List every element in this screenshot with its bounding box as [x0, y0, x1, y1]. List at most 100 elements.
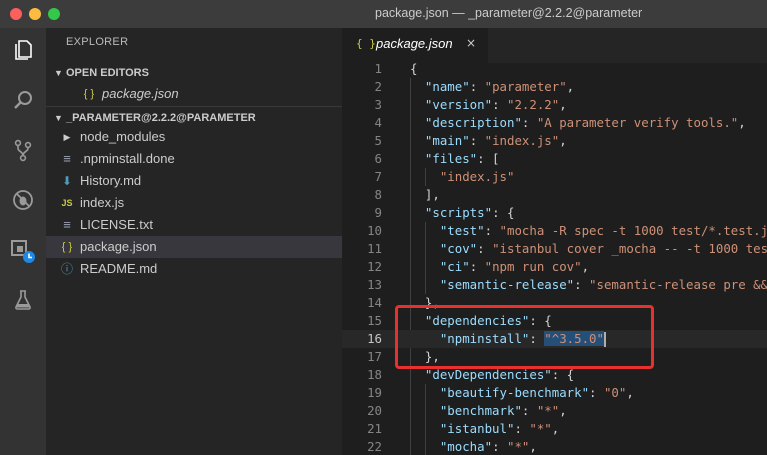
tree-item-package-json[interactable]: { } package.json [46, 236, 342, 258]
lines-icon: ≡ [63, 217, 71, 232]
json-key: "mocha" [439, 439, 493, 454]
debug-icon[interactable] [7, 184, 39, 216]
editor-area: { } package.json × 1{2 "name": "paramete… [342, 28, 767, 455]
window-title: package.json — _parameter@2.2.2@paramete… [375, 6, 643, 20]
tree-item-index-js[interactable]: JS index.js [46, 192, 342, 214]
json-icon: { } [61, 241, 73, 253]
punctuation: : { [551, 367, 575, 382]
punctuation: : [ [477, 151, 500, 166]
json-string: "0" [603, 385, 627, 400]
json-icon: { } [356, 37, 376, 50]
line-number: 18 [367, 367, 382, 382]
json-string: "*" [529, 421, 552, 436]
punctuation: , [559, 97, 567, 112]
code-line[interactable]: 9 "scripts": { [342, 204, 767, 222]
line-text: "main": "index.js", [410, 132, 567, 150]
lines-icon: ≡ [63, 151, 71, 166]
code-line[interactable]: 5 "main": "index.js", [342, 132, 767, 150]
punctuation [410, 421, 440, 436]
json-string: "2.2.2" [506, 97, 560, 112]
line-text: "semantic-release": "semantic-release pr… [410, 276, 767, 294]
open-editors-header[interactable]: ▼ OPEN EDITORS [46, 62, 342, 84]
punctuation: , [581, 259, 590, 274]
line-number: 15 [367, 313, 382, 328]
maximize-window-button[interactable] [48, 8, 60, 20]
punctuation: ], [410, 187, 440, 202]
tree-item-readme-md[interactable]: ⓘ README.md [46, 258, 342, 280]
search-icon[interactable] [7, 84, 39, 116]
punctuation: : [492, 439, 507, 454]
json-string: "npm run cov" [484, 259, 582, 274]
punctuation [410, 133, 425, 148]
json-key: "devDependencies" [424, 367, 552, 382]
code-line[interactable]: 2 "name": "parameter", [342, 78, 767, 96]
line-text: "beautify-benchmark": "0", [410, 384, 634, 402]
close-window-button[interactable] [10, 8, 22, 20]
markdown-icon: ⬇ [61, 174, 73, 188]
chevron-right-icon: ▶ [63, 132, 71, 142]
line-number: 9 [374, 205, 382, 220]
code-line[interactable]: 1{ [342, 60, 767, 78]
punctuation: : { [492, 205, 515, 220]
punctuation: : [574, 277, 590, 292]
line-number: 6 [374, 151, 382, 166]
minimize-window-button[interactable] [29, 8, 41, 20]
code-line[interactable]: 20 "benchmark": "*", [342, 402, 767, 420]
code-line[interactable]: 4 "description": "A parameter verify too… [342, 114, 767, 132]
code-line[interactable]: 11 "cov": "istanbul cover _mocha -- -t 1… [342, 240, 767, 258]
tree-item-node-modules[interactable]: ▶ node_modules [46, 126, 342, 148]
code-line[interactable]: 3 "version": "2.2.2", [342, 96, 767, 114]
json-key: "files" [424, 151, 478, 166]
punctuation [410, 259, 440, 274]
close-icon[interactable]: × [466, 36, 476, 50]
punctuation: : [477, 241, 493, 256]
json-key: "test" [439, 223, 485, 238]
json-key: "semantic-release" [439, 277, 575, 292]
chevron-down-icon: ▼ [54, 68, 63, 78]
open-editor-item-package-json[interactable]: { } package.json [46, 83, 342, 105]
line-text: "files": [ [410, 150, 500, 168]
punctuation: , [551, 421, 560, 436]
code-line[interactable]: 7 "index.js" [342, 168, 767, 186]
files-icon[interactable] [7, 34, 39, 66]
json-string: "parameter" [484, 79, 567, 94]
line-number: 19 [367, 385, 382, 400]
punctuation: : [469, 259, 485, 274]
tab-package-json[interactable]: { } package.json × [342, 28, 488, 63]
code-line[interactable]: 13 "semantic-release": "semantic-release… [342, 276, 767, 294]
extensions-icon[interactable] [7, 234, 39, 266]
tree-item-license-txt[interactable]: ≡ LICENSE.txt [46, 214, 342, 236]
title-bar: package.json — _parameter@2.2.2@paramete… [0, 0, 767, 28]
punctuation [410, 277, 440, 292]
line-number: 13 [367, 277, 382, 292]
code-line[interactable]: 8 ], [342, 186, 767, 204]
line-text: "mocha": "*", [410, 438, 537, 455]
punctuation: : [469, 79, 485, 94]
line-number: 4 [374, 115, 382, 130]
test-icon[interactable] [7, 284, 39, 316]
punctuation: { [410, 61, 418, 76]
punctuation [410, 169, 440, 184]
code-line[interactable]: 6 "files": [ [342, 150, 767, 168]
code-line[interactable]: 12 "ci": "npm run cov", [342, 258, 767, 276]
source-control-icon[interactable] [7, 134, 39, 166]
line-number: 14 [367, 295, 382, 310]
annotation-highlight-box [395, 305, 654, 369]
javascript-icon: JS [61, 198, 73, 208]
punctuation [410, 439, 440, 454]
tree-item-history-md[interactable]: ⬇ History.md [46, 170, 342, 192]
line-number: 16 [367, 331, 382, 346]
line-text: { [410, 60, 417, 78]
punctuation: , [738, 115, 746, 130]
punctuation: : [521, 115, 537, 130]
code-line[interactable]: 22 "mocha": "*", [342, 438, 767, 455]
code-line[interactable]: 21 "istanbul": "*", [342, 420, 767, 438]
line-number: 21 [367, 421, 382, 436]
tree-item-npminstall-done[interactable]: ≡ .npminstall.done [46, 148, 342, 170]
json-string: "A parameter verify tools." [536, 115, 739, 130]
code-line[interactable]: 10 "test": "mocha -R spec -t 1000 test/*… [342, 222, 767, 240]
code-line[interactable]: 19 "beautify-benchmark": "0", [342, 384, 767, 402]
code-editor[interactable]: 1{2 "name": "parameter", 3 "version": "2.… [342, 60, 767, 455]
json-key: "description" [424, 115, 522, 130]
json-string: "istanbul cover _mocha -- -t 1000 test/ [492, 241, 767, 256]
